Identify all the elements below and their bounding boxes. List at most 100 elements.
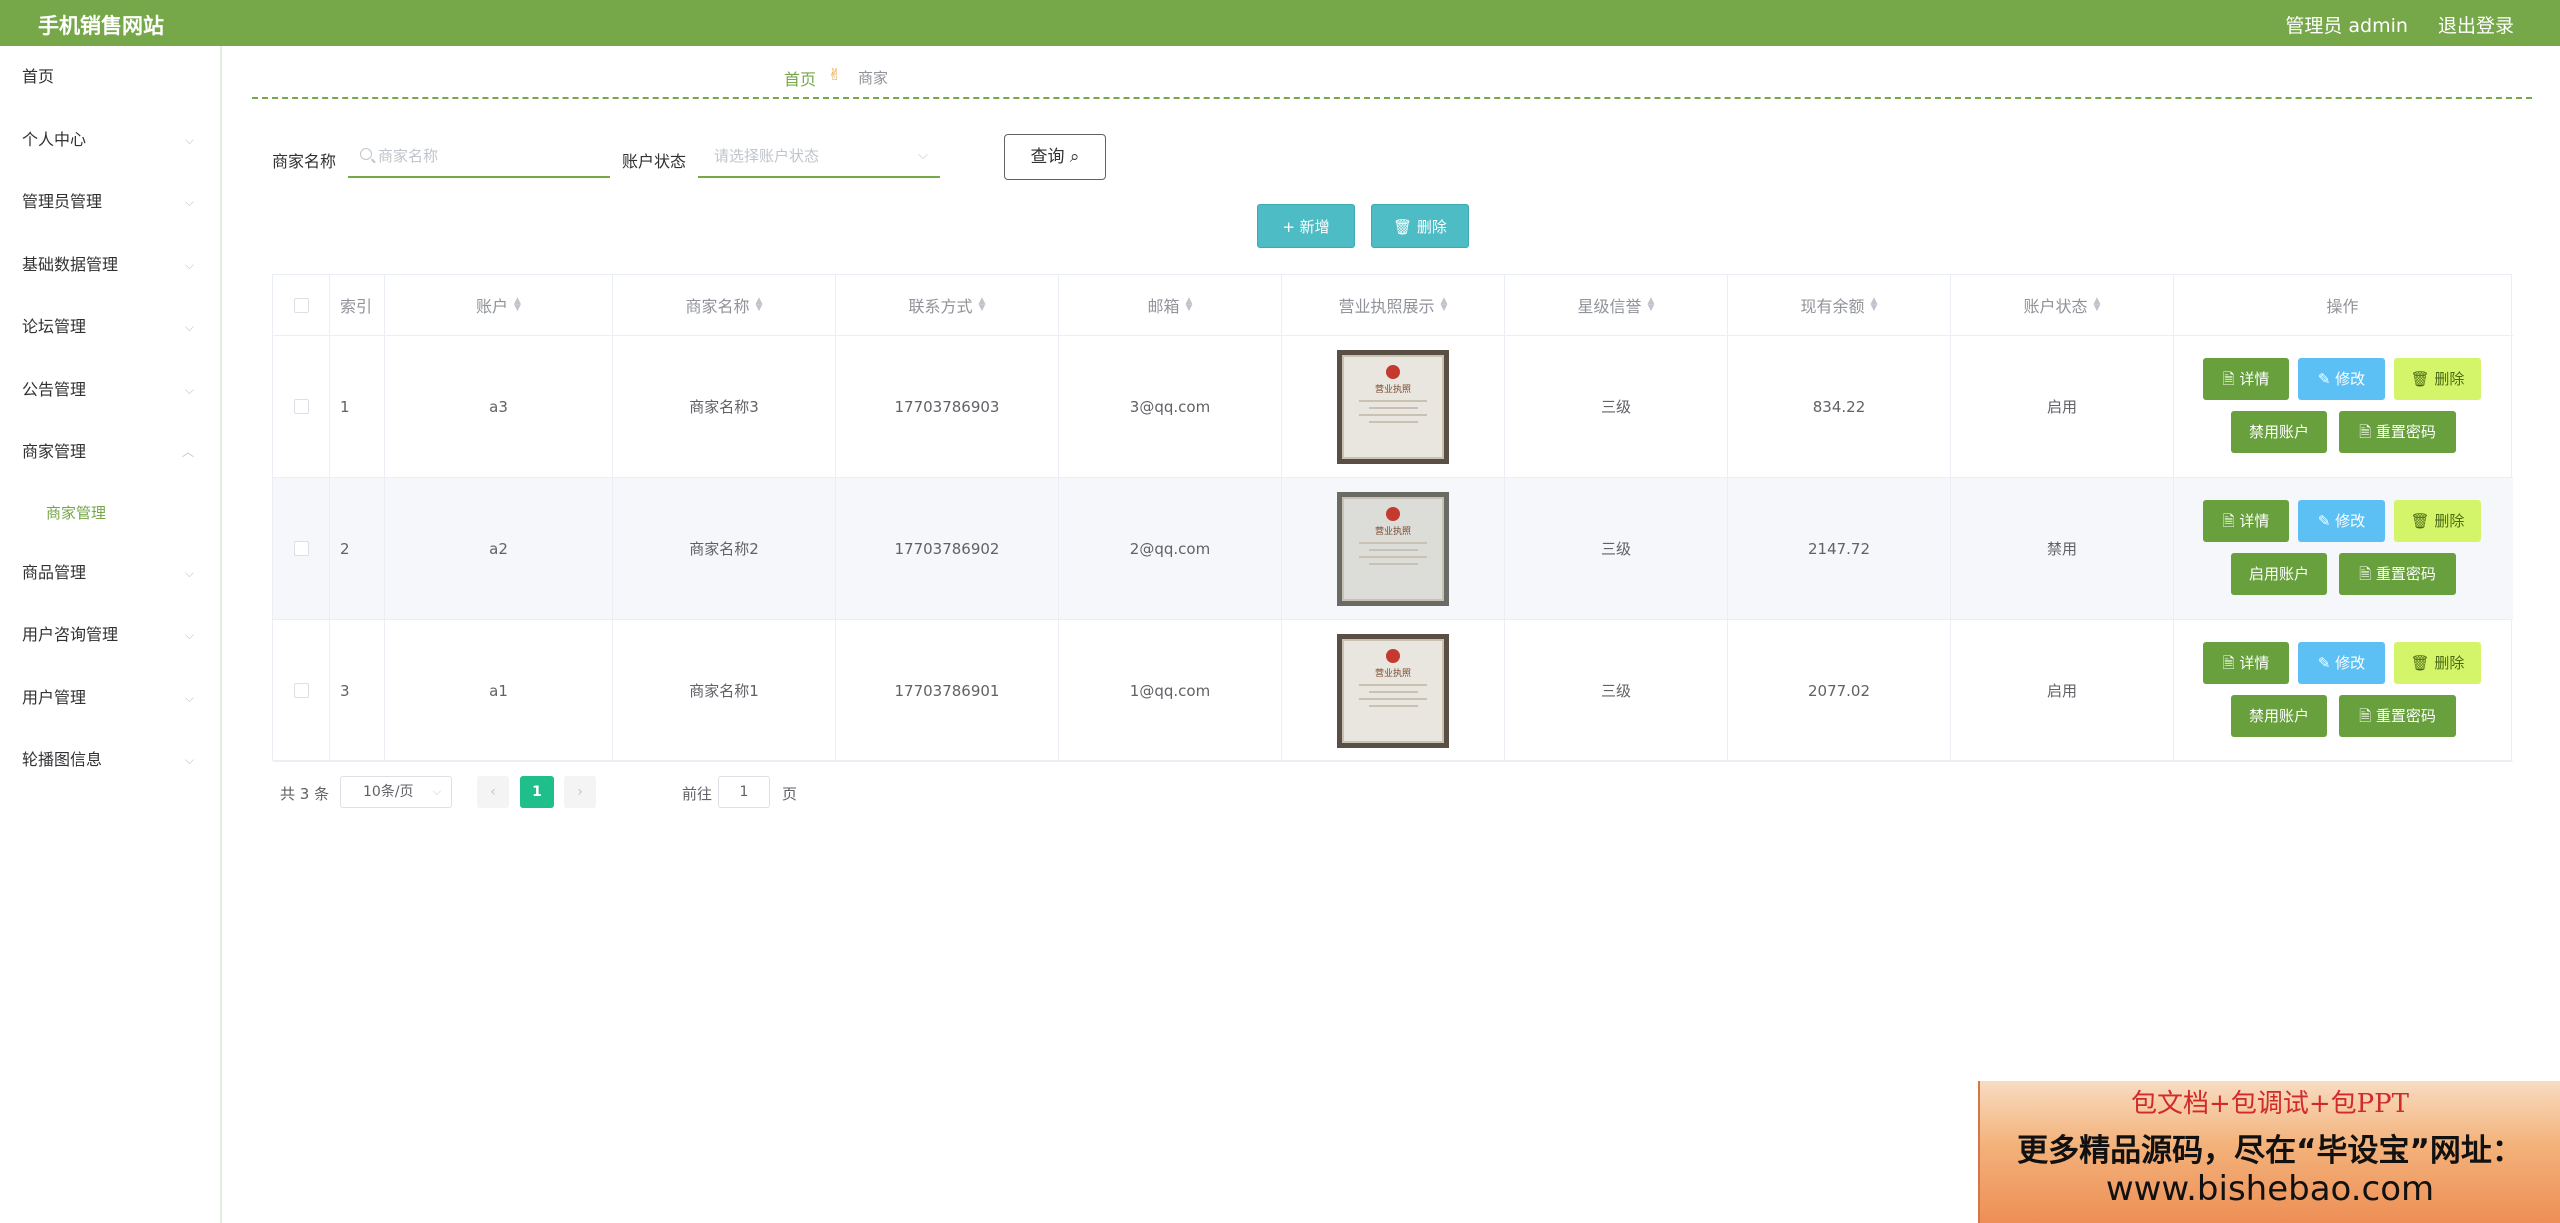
sidebar-item-consult[interactable]: 用户咨询管理 ⌵	[0, 604, 220, 667]
row-delete-button[interactable]: 🗑 删除	[2394, 642, 2481, 684]
reset-password-button[interactable]: 🗎 重置密码	[2339, 553, 2456, 595]
col-actions: 操作	[2326, 297, 2359, 316]
sidebar: 首页 个人中心 ⌵ 管理员管理 ⌵ 基础数据管理 ⌵ 论坛管理 ⌵ 公告管理 ⌵ 商家管理…	[0, 46, 222, 1223]
license-document: 营业执照	[1342, 354, 1444, 459]
chevron-down-icon: ⌵	[184, 382, 194, 397]
add-button[interactable]: + 新增	[1257, 204, 1355, 248]
disable-account-button[interactable]: 禁用账户	[2231, 411, 2327, 453]
sort-icon: ▲ ▼	[1647, 296, 1655, 313]
cell-merchant-name: 商家名称2	[613, 478, 836, 619]
sidebar-item-users[interactable]: 用户管理 ⌵	[0, 667, 220, 730]
chevron-down-icon: ⌵	[184, 132, 194, 147]
goto-page-input[interactable]: 1	[718, 776, 770, 808]
select-all-checkbox[interactable]	[293, 297, 309, 313]
sort-icon: ▲ ▼	[978, 296, 986, 313]
table-row: 3 a1 商家名称1 17703786901 1@qq.com 营业执照 三级 …	[273, 620, 2513, 762]
page-size-select[interactable]: 10条/页 ⌵	[340, 776, 452, 808]
col-email-label: 邮箱	[1147, 297, 1180, 316]
enable-account-button[interactable]: 启用账户	[2231, 553, 2327, 595]
text-line	[1368, 690, 1418, 693]
detail-button[interactable]: 🗎 详情	[2203, 642, 2289, 684]
sidebar-item-personal-center[interactable]: 个人中心 ⌵	[0, 109, 220, 172]
table-row: 2 a2 商家名称2 17703786902 2@qq.com 营业执照 三级 …	[273, 478, 2513, 620]
next-page-button[interactable]: ›	[564, 776, 596, 808]
col-account[interactable]: 账户 ▲ ▼	[385, 275, 613, 335]
sidebar-item-home[interactable]: 首页	[0, 46, 220, 109]
account-status-select[interactable]: 请选择账户状态 ⌵	[698, 134, 940, 178]
prev-page-button[interactable]: ‹	[477, 776, 509, 808]
cell-license: 营业执照	[1282, 620, 1505, 761]
cell-balance: 834.22	[1728, 336, 1951, 477]
license-document: 营业执照	[1342, 638, 1444, 743]
text-line	[1368, 548, 1418, 551]
col-credit[interactable]: 星级信誉 ▲ ▼	[1505, 275, 1728, 335]
col-license-label: 营业执照展示	[1338, 297, 1435, 316]
license-image[interactable]: 营业执照	[1337, 633, 1449, 748]
cell-credit: 三级	[1505, 620, 1728, 761]
col-balance[interactable]: 现有余额 ▲ ▼	[1728, 275, 1951, 335]
logout-link[interactable]: 退出登录	[2438, 15, 2514, 37]
cell-balance: 2147.72	[1728, 478, 1951, 619]
edit-button[interactable]: ✎ 修改	[2298, 642, 2385, 684]
cell-license: 营业执照	[1282, 478, 1505, 619]
site-title: 手机销售网站	[38, 14, 164, 38]
sidebar-subitem-merchant-management[interactable]: 商家管理	[0, 484, 220, 542]
col-status[interactable]: 账户状态 ▲ ▼	[1951, 275, 2174, 335]
edit-button[interactable]: ✎ 修改	[2298, 358, 2385, 400]
col-merchant-name[interactable]: 商家名称 ▲ ▼	[613, 275, 836, 335]
goto-prefix: 前往	[682, 785, 713, 803]
sidebar-item-notice[interactable]: 公告管理 ⌵	[0, 359, 220, 422]
col-phone[interactable]: 联系方式 ▲ ▼	[836, 275, 1059, 335]
sidebar-item-admin-management[interactable]: 管理员管理 ⌵	[0, 171, 220, 234]
text-line	[1358, 683, 1428, 686]
sidebar-item-product[interactable]: 商品管理 ⌵	[0, 542, 220, 605]
merchant-name-input[interactable]: 商家名称	[348, 134, 610, 178]
row-delete-button[interactable]: 🗑 删除	[2394, 358, 2481, 400]
license-document: 营业执照	[1342, 496, 1444, 601]
license-image[interactable]: 营业执照	[1337, 349, 1449, 464]
chevron-down-icon: ⌵	[184, 753, 194, 767]
col-account-label: 账户	[476, 297, 509, 316]
table-header: 索引 账户 ▲ ▼ 商家名称 ▲ ▼ 联系方式 ▲ ▼ 邮箱 ▲ ▼ 营业执照展示 ▲ ▼ 星级信誉…	[273, 275, 2513, 336]
row-delete-button[interactable]: 🗑 删除	[2394, 500, 2481, 542]
col-balance-label: 现有余额	[1800, 297, 1865, 316]
detail-button[interactable]: 🗎 详情	[2203, 500, 2289, 542]
account-status-placeholder: 请选择账户状态	[714, 147, 820, 165]
reset-password-button[interactable]: 🗎 重置密码	[2339, 411, 2456, 453]
seal-icon	[1386, 506, 1400, 521]
row-checkbox[interactable]	[293, 683, 309, 698]
edit-button[interactable]: ✎ 修改	[2298, 500, 2385, 542]
disable-account-button[interactable]: 禁用账户	[2231, 695, 2327, 737]
sort-icon: ▲ ▼	[1185, 296, 1193, 313]
cell-balance: 2077.02	[1728, 620, 1951, 761]
breadcrumb-separator-icon: ✌	[828, 65, 842, 84]
page-number-1[interactable]: 1	[520, 776, 554, 808]
sidebar-item-label: 商品管理	[22, 562, 87, 582]
sidebar-item-basic-data[interactable]: 基础数据管理 ⌵	[0, 234, 220, 297]
admin-user-label: 管理员 admin	[2285, 15, 2408, 37]
breadcrumb-home[interactable]: 首页	[784, 66, 816, 90]
sidebar-item-merchant[interactable]: 商家管理 ︿	[0, 421, 220, 484]
query-button[interactable]: 查询 ⌕	[1004, 134, 1106, 180]
cell-email: 3@qq.com	[1059, 336, 1282, 477]
chevron-down-icon: ⌵	[918, 148, 928, 163]
col-email[interactable]: 邮箱 ▲ ▼	[1059, 275, 1282, 335]
detail-button[interactable]: 🗎 详情	[2203, 358, 2289, 400]
search-icon	[360, 148, 372, 160]
reset-password-button[interactable]: 🗎 重置密码	[2339, 695, 2456, 737]
row-checkbox[interactable]	[293, 399, 309, 414]
sidebar-item-forum[interactable]: 论坛管理 ⌵	[0, 296, 220, 359]
select-all-cell	[273, 275, 330, 335]
text-line	[1368, 406, 1418, 409]
merchant-name-placeholder: 商家名称	[378, 147, 439, 165]
license-image[interactable]: 营业执照	[1337, 491, 1449, 606]
col-license[interactable]: 营业执照展示 ▲ ▼	[1282, 275, 1505, 335]
delete-button[interactable]: 🗑 删除	[1371, 204, 1469, 248]
text-line	[1368, 420, 1418, 423]
merchant-name-label: 商家名称	[272, 152, 337, 171]
sidebar-item-carousel[interactable]: 轮播图信息 ⌵	[0, 729, 220, 792]
top-right: 管理员 admin 退出登录	[2261, 11, 2514, 38]
row-checkbox[interactable]	[293, 541, 309, 556]
seal-icon	[1386, 648, 1400, 663]
sidebar-item-label: 基础数据管理	[22, 254, 119, 274]
